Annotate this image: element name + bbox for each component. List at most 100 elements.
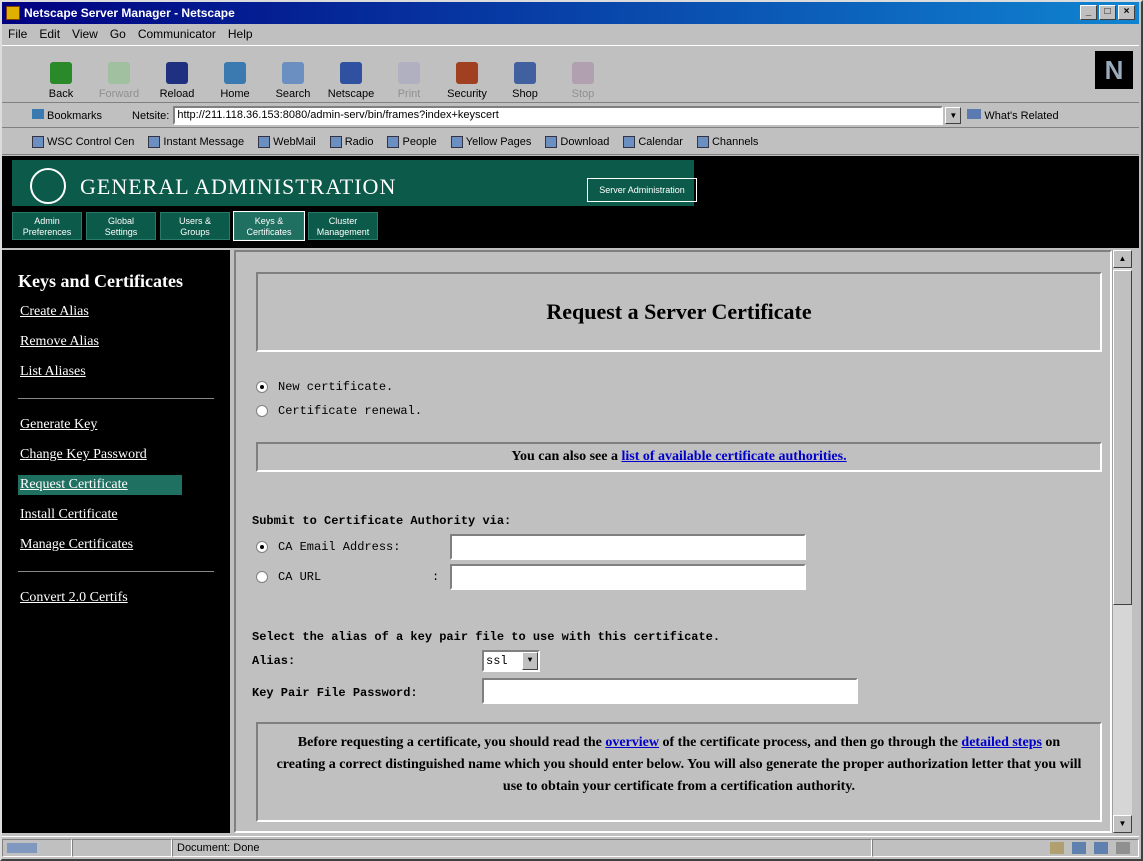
menu-view[interactable]: View (72, 27, 98, 41)
close-button[interactable]: × (1118, 5, 1135, 20)
reload-icon (166, 62, 188, 84)
tab-groups[interactable]: Users & Groups (160, 212, 230, 240)
nav-generate-key[interactable]: Generate Key (18, 415, 214, 435)
discussion-icon[interactable] (1094, 841, 1108, 854)
mail-icon[interactable] (1072, 841, 1086, 854)
print-button: Print (380, 48, 438, 100)
password-label: Key Pair File Password: (252, 686, 418, 700)
component-bar (872, 838, 1139, 857)
personal-item-radio[interactable]: Radio (329, 135, 373, 148)
title-bar: Netscape Server Manager - Netscape _ □ × (2, 2, 1139, 24)
bookmark-folder-icon (450, 135, 463, 148)
ca-email-radio[interactable] (256, 540, 268, 553)
submit-label: Submit to Certificate Authority via: (252, 514, 512, 528)
home-icon (224, 62, 246, 84)
bookmarks-button[interactable]: Bookmarks (32, 109, 102, 122)
personal-item-yellow-pages[interactable]: Yellow Pages (450, 135, 531, 148)
location-bar: Bookmarks Netsite: http://211.118.36.153… (2, 104, 1139, 128)
alias-label: Alias: (252, 654, 296, 668)
whats-related-icon (967, 109, 982, 119)
server-administration-button[interactable]: Server Administration (587, 178, 697, 202)
ca-list-link[interactable]: list of available certificate authoritie… (621, 449, 846, 464)
connection-status-icon (2, 838, 72, 857)
personal-item-people[interactable]: People (387, 135, 437, 148)
bookmark-folder-icon (387, 135, 400, 148)
scroll-up-arrow-icon[interactable]: ▲ (1113, 250, 1132, 268)
admin-banner: GENERAL ADMINISTRATION Server Administra… (2, 156, 1139, 248)
scroll-thumb[interactable] (1113, 270, 1132, 605)
ca-url-radio[interactable] (256, 570, 268, 583)
personal-item-calendar[interactable]: Calendar (623, 135, 683, 148)
nav-create-alias[interactable]: Create Alias (18, 302, 214, 322)
menu-communicator[interactable]: Communicator (138, 27, 216, 41)
home-button[interactable]: Home (206, 48, 264, 100)
shop-button[interactable]: Shop (496, 48, 554, 100)
menu-help[interactable]: Help (228, 27, 253, 41)
security-lock-icon (456, 62, 478, 84)
bookmark-folder-icon (329, 135, 342, 148)
key-pair-password-input[interactable] (482, 678, 858, 704)
ca-email-option[interactable]: CA Email Address: (256, 540, 400, 554)
netscape-icon (340, 62, 362, 84)
status-bar: Document: Done (2, 836, 1139, 858)
alias-select[interactable]: ssl ▼ (482, 650, 540, 672)
nav-change-key-password[interactable]: Change Key Password (18, 445, 214, 465)
status-text: Document: Done (172, 838, 872, 857)
tab-settings[interactable]: Global Settings (86, 212, 156, 240)
ca-url-input[interactable] (450, 564, 806, 590)
netscape-logo-icon[interactable]: N (1095, 51, 1133, 89)
nav-request-certificate[interactable]: Request Certificate (18, 475, 182, 495)
app-title: GENERAL ADMINISTRATION (80, 174, 397, 199)
nav-convert-certs[interactable]: Convert 2.0 Certifs (18, 588, 214, 608)
new-certificate-option[interactable]: New certificate. (256, 380, 393, 394)
maximize-button[interactable]: □ (1099, 5, 1116, 20)
personal-item-channels[interactable]: Channels (696, 135, 758, 148)
tab-preferences[interactable]: Admin Preferences (12, 212, 82, 240)
personal-item-webmail[interactable]: WebMail (258, 135, 316, 148)
personal-item-wsc-control-cen[interactable]: WSC Control Cen (32, 135, 134, 148)
menu-file[interactable]: File (8, 27, 27, 41)
nav-manage-certificates[interactable]: Manage Certificates (18, 535, 214, 555)
detailed-steps-link[interactable]: detailed steps (961, 735, 1042, 750)
back-button[interactable]: Back (32, 48, 90, 100)
nav-install-certificate[interactable]: Install Certificate (18, 505, 214, 525)
bookmark-folder-icon (32, 135, 44, 148)
certificate-renewal-option[interactable]: Certificate renewal. (256, 404, 422, 418)
location-label: Netsite: (132, 109, 170, 122)
nav-remove-alias[interactable]: Remove Alias (18, 332, 214, 352)
bookmark-folder-icon (545, 135, 558, 148)
scroll-down-arrow-icon[interactable]: ▼ (1113, 815, 1132, 833)
nav-heading: Keys and Certificates (18, 271, 183, 291)
ca-email-input[interactable] (450, 534, 806, 560)
overview-link[interactable]: overview (605, 735, 659, 750)
menu-go[interactable]: Go (110, 27, 126, 41)
composer-icon[interactable] (1116, 841, 1130, 854)
menu-edit[interactable]: Edit (39, 27, 60, 41)
tab-certificates[interactable]: Keys & Certificates (233, 211, 305, 241)
url-dropdown-button[interactable]: ▼ (945, 107, 962, 124)
print-icon (398, 62, 420, 84)
search-button[interactable]: Search (264, 48, 322, 100)
certificate-renewal-radio[interactable] (256, 404, 268, 417)
banner-header: GENERAL ADMINISTRATION Server Administra… (12, 160, 697, 206)
reload-button[interactable]: Reload (148, 48, 206, 100)
minimize-button[interactable]: _ (1080, 5, 1097, 20)
netscape-button[interactable]: Netscape (322, 48, 380, 100)
nav-list-aliases[interactable]: List Aliases (18, 362, 214, 382)
url-input[interactable]: http://211.118.36.153:8080/admin-serv/bi… (173, 106, 944, 125)
personal-toolbar: WSC Control Cen Instant Message WebMail Rad… (2, 129, 1139, 155)
menu-bar: File Edit View Go Communicator Help (2, 24, 1139, 44)
alias-dropdown-icon[interactable]: ▼ (522, 652, 538, 670)
new-certificate-radio[interactable] (256, 380, 268, 393)
whats-related-button[interactable]: What's Related (967, 109, 1059, 122)
ca-url-colon: : (432, 570, 440, 584)
bookmarks-icon (32, 109, 44, 119)
bookmark-folder-icon (258, 135, 271, 148)
navigator-icon[interactable] (1050, 841, 1064, 854)
personal-item-instant-message[interactable]: Instant Message (148, 135, 244, 148)
personal-item-download[interactable]: Download (545, 135, 609, 148)
tab-management[interactable]: Cluster Management (308, 212, 378, 240)
security-button[interactable]: Security (438, 48, 496, 100)
vertical-scrollbar[interactable]: ▲ ▼ (1112, 250, 1132, 833)
ca-url-option[interactable]: CA URL (256, 570, 321, 584)
